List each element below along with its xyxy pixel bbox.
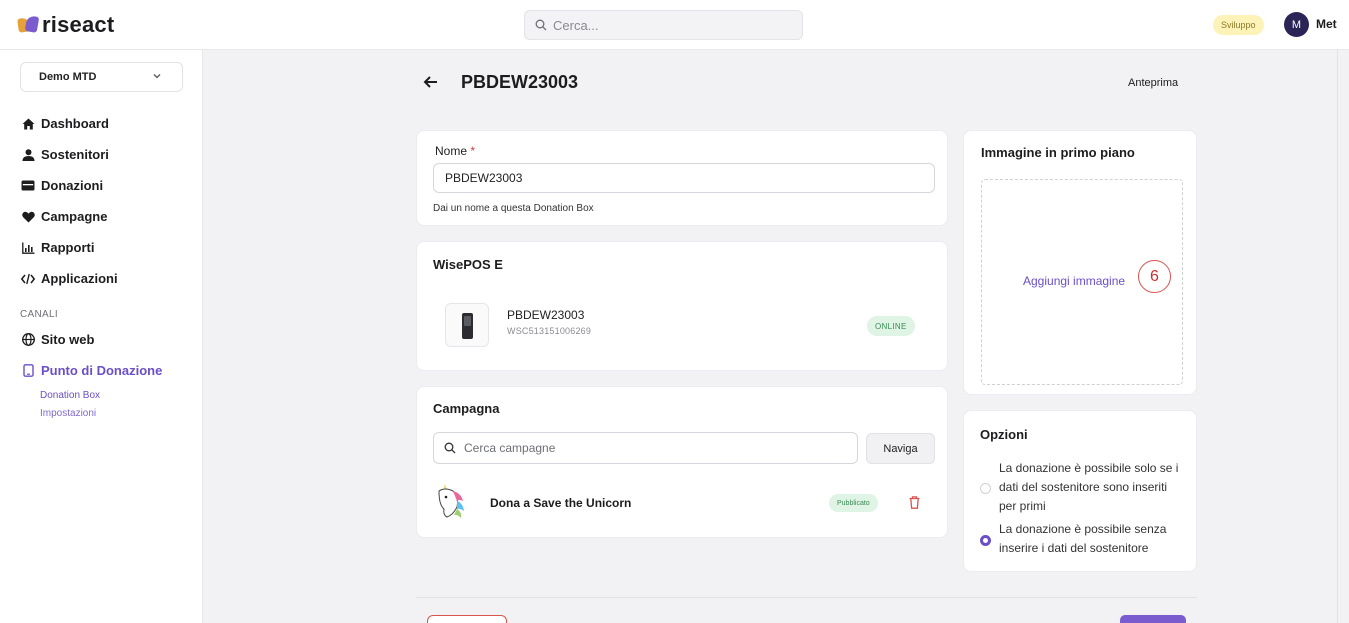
sidebar-nav: Dashboard Sostenitori Donazioni Campagne… — [20, 108, 190, 422]
environment-badge: Sviluppo — [1213, 15, 1264, 35]
campaign-search-placeholder: Cerca campagne — [464, 441, 556, 455]
unicorn-icon — [438, 484, 464, 518]
sidebar-item-rapporti[interactable]: Rapporti — [20, 232, 190, 263]
sidebar-item-label: Dashboard — [41, 116, 109, 131]
sidebar-item-label: Rapporti — [41, 240, 95, 255]
sidebar-item-label: Sito web — [41, 332, 95, 347]
chevron-down-icon — [153, 74, 161, 79]
organization-select-value: Demo MTD — [39, 71, 97, 83]
navigate-button[interactable]: Naviga — [866, 433, 935, 464]
section-label-channels: CANALI — [20, 308, 58, 320]
search-placeholder: Cerca... — [553, 17, 599, 33]
back-arrow-icon[interactable] — [423, 74, 439, 95]
top-bar: riseact Cerca... Sviluppo M Met — [0, 0, 1349, 50]
sidebar-subitem-donation-box[interactable]: Donation Box — [20, 386, 190, 404]
sidebar-item-label: Applicazioni — [41, 271, 118, 286]
footer-divider — [416, 597, 1197, 598]
trash-icon[interactable] — [909, 496, 920, 509]
option-label: La donazione è possibile senza inserire … — [999, 522, 1167, 555]
step-marker: 6 — [1138, 260, 1171, 293]
device-image — [445, 303, 489, 347]
avatar[interactable]: M — [1284, 12, 1309, 37]
radio-checked[interactable] — [980, 535, 991, 546]
search-icon — [535, 19, 547, 31]
campaign-card-title: Campagna — [433, 401, 500, 416]
user-icon — [20, 147, 36, 163]
app-logo[interactable]: riseact — [17, 12, 115, 38]
sidebar: Demo MTD Dashboard Sostenitori Donazioni… — [0, 50, 203, 623]
sidebar-subitem-impostazioni[interactable]: Impostazioni — [20, 404, 190, 422]
image-dropzone[interactable]: Aggiungi immagine 6 — [981, 179, 1183, 385]
option-label: La donazione è possibile solo se i dati … — [999, 461, 1179, 513]
globe-icon — [20, 332, 36, 348]
organization-select[interactable]: Demo MTD — [20, 62, 183, 92]
search-icon — [444, 442, 456, 454]
save-button[interactable] — [1120, 615, 1186, 623]
pos-card-title: WisePOS E — [433, 257, 503, 272]
options-card: Opzioni La donazione è possibile solo se… — [963, 410, 1197, 572]
name-label: Nome * — [435, 144, 476, 158]
heart-icon — [20, 209, 36, 225]
sidebar-item-punto-di-donazione[interactable]: Punto di Donazione — [20, 355, 190, 386]
logo-text: riseact — [42, 12, 115, 37]
name-card: Nome * PBDEW23003 Dai un nome a questa D… — [416, 130, 948, 226]
code-icon — [20, 271, 36, 287]
featured-image-card: Immagine in primo piano Aggiungi immagin… — [963, 130, 1197, 395]
option-row[interactable]: La donazione è possibile solo se i dati … — [980, 459, 1186, 516]
sidebar-item-label: Sostenitori — [41, 147, 109, 162]
delete-button[interactable] — [427, 615, 507, 623]
sidebar-item-sostenitori[interactable]: Sostenitori — [20, 139, 190, 170]
add-image-link[interactable]: Aggiungi immagine — [1023, 274, 1125, 288]
campaign-card: Campagna Cerca campagne Naviga Dona a Sa… — [416, 386, 948, 538]
chart-icon — [20, 240, 36, 256]
page-title: PBDEW23003 — [461, 72, 579, 92]
sidebar-item-label: Donazioni — [41, 178, 104, 193]
preview-link[interactable]: Anteprima — [1128, 77, 1178, 89]
home-icon — [20, 116, 36, 132]
campaign-name[interactable]: Dona a Save the Unicorn — [490, 496, 631, 510]
global-search-input[interactable]: Cerca... — [524, 10, 803, 40]
sidebar-item-sito-web[interactable]: Sito web — [20, 324, 190, 355]
status-badge: ONLINE — [867, 316, 915, 336]
campaign-search-input[interactable]: Cerca campagne — [433, 432, 858, 464]
sidebar-item-label: Punto di Donazione — [41, 363, 163, 378]
sidebar-item-applicazioni[interactable]: Applicazioni — [20, 263, 190, 294]
device-icon — [20, 363, 36, 379]
campaign-status-badge: Pubblicato — [829, 494, 878, 512]
sidebar-item-donazioni[interactable]: Donazioni — [20, 170, 190, 201]
sidebar-item-campagne[interactable]: Campagne — [20, 201, 190, 232]
pos-card: WisePOS E PBDEW23003 WSC513151006269 ONL… — [416, 241, 948, 371]
device-name: PBDEW23003 — [507, 308, 585, 322]
logo-mark-icon — [17, 14, 40, 36]
options-card-title: Opzioni — [980, 427, 1028, 442]
name-help-text: Dai un nome a questa Donation Box — [433, 203, 594, 214]
name-input[interactable]: PBDEW23003 — [433, 163, 935, 193]
featured-image-title: Immagine in primo piano — [981, 145, 1135, 160]
option-row[interactable]: La donazione è possibile senza inserire … — [980, 520, 1186, 558]
pos-terminal-icon — [462, 313, 473, 339]
required-mark: * — [470, 144, 476, 158]
device-serial: WSC513151006269 — [507, 326, 592, 336]
sidebar-item-label: Campagne — [41, 209, 108, 224]
sidebar-item-dashboard[interactable]: Dashboard — [20, 108, 190, 139]
right-divider — [1337, 50, 1338, 623]
radio-unchecked[interactable] — [980, 483, 991, 494]
wallet-icon — [20, 178, 36, 194]
user-name[interactable]: Met — [1316, 17, 1337, 31]
